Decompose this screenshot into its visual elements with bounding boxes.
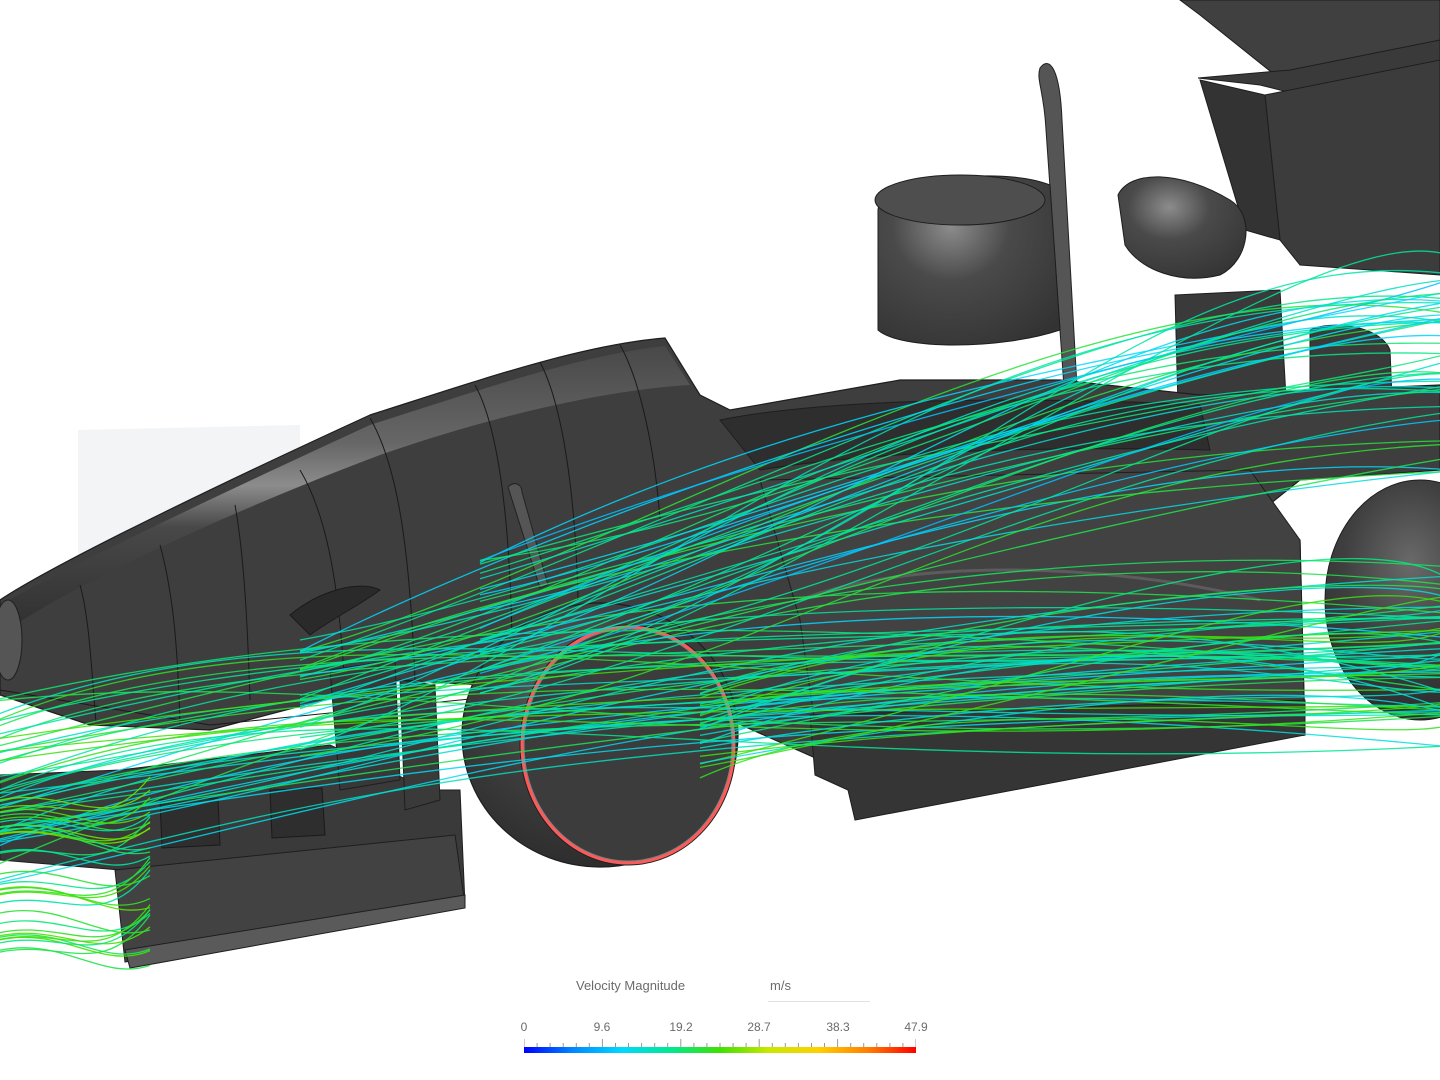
legend-tick-label: 47.9 bbox=[904, 1020, 928, 1034]
legend-tick-label: 28.7 bbox=[747, 1020, 771, 1034]
airbox bbox=[874, 174, 1061, 346]
color-legend: Velocity Magnitude m/s 0 9.6 19.2 28.7 3… bbox=[500, 968, 950, 1068]
legend-quantity-label[interactable]: Velocity Magnitude bbox=[576, 978, 685, 993]
legend-tick-label: 9.6 bbox=[593, 1020, 611, 1034]
mirror bbox=[1117, 176, 1247, 279]
legend-tick-label: 38.3 bbox=[826, 1020, 850, 1034]
legend-color-bar bbox=[523, 1037, 917, 1057]
legend-tick-labels: 0 9.6 19.2 28.7 38.3 47.9 bbox=[500, 1020, 950, 1036]
legend-tick-label: 19.2 bbox=[669, 1020, 693, 1034]
legend-unit-underline bbox=[768, 1001, 870, 1002]
3d-scene[interactable] bbox=[0, 0, 1440, 1080]
simulation-viewport[interactable]: Velocity Magnitude m/s 0 9.6 19.2 28.7 3… bbox=[0, 0, 1440, 1080]
legend-tick-label: 0 bbox=[520, 1020, 528, 1034]
legend-unit-selector[interactable]: m/s bbox=[770, 978, 791, 993]
legend-gradient bbox=[524, 1047, 916, 1053]
